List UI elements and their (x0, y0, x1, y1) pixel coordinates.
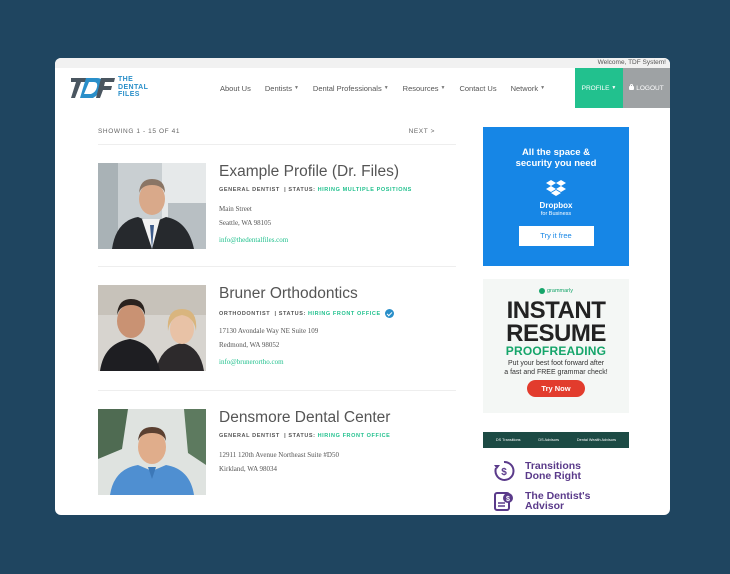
listing-address-line2: Redmond, WA 98052 (219, 341, 280, 349)
listing-address-line1: 17130 Avondale Way NE Suite 109 (219, 327, 319, 335)
try-now-button[interactable]: Try Now (527, 380, 585, 397)
grammarly-ad[interactable]: grammarly INSTANT RESUME PROOFREADING Pu… (483, 279, 629, 413)
chevron-down-icon: ▼ (611, 85, 617, 91)
listing-address-line1: 12911 120th Avenue Northeast Suite #D50 (219, 451, 339, 459)
welcome-text: Welcome, TDF System! (597, 59, 666, 66)
dental-advisors-ad[interactable]: DS Transitions DS Advisors Dental Wealth… (483, 432, 629, 515)
main-nav: About Us Dentists ▼ Dental Professionals ▼… (220, 68, 559, 108)
nav-dentists[interactable]: Dentists ▼ (265, 84, 299, 93)
logo-text: THE DENTAL FILES (118, 76, 149, 98)
nav-about-us[interactable]: About Us (220, 84, 251, 93)
listing-role: ORTHODONTIST (219, 310, 271, 317)
results-count: SHOWING 1 - 15 OF 41 (98, 128, 181, 135)
results-pager: SHOWING 1 - 15 OF 41 NEXT > (98, 128, 435, 135)
ad-headline: INSTANT (506, 297, 606, 324)
site-header: THE DENTAL FILES About Us Dentists ▼ Dent… (55, 68, 670, 108)
listing-address-line2: Seattle, WA 98105 (219, 219, 272, 227)
dropbox-icon (545, 179, 567, 199)
dentist-photo-image (98, 409, 206, 495)
listing-card: Example Profile (Dr. Files) GENERAL DENT… (98, 144, 456, 254)
listing-role: GENERAL DENTIST (219, 187, 280, 193)
listing-status: HIRING MULTIPLE POSITIONS (317, 187, 412, 193)
listing-meta: GENERAL DENTIST | STATUS: HIRING FRONT O… (219, 433, 391, 439)
tdf-logo-icon (71, 78, 115, 98)
ad-headline: PROOFREADING (505, 344, 607, 358)
nav-network[interactable]: Network ▼ (511, 84, 545, 93)
ad-brand: grammarly (483, 288, 629, 294)
advisor-document-icon: $ (494, 492, 513, 511)
listing-name[interactable]: Bruner Orthodontics (219, 285, 358, 303)
listing-meta: ORTHODONTIST | STATUS: HIRING FRONT OFFI… (219, 309, 394, 318)
dropbox-ad[interactable]: All the space & security you need Dropbo… (483, 127, 629, 266)
listing-status: HIRING FRONT OFFICE (317, 433, 391, 439)
listing-card: Bruner Orthodontics ORTHODONTIST | STATU… (98, 266, 456, 376)
ad-headline: security you need (515, 158, 597, 169)
nav-contact-us[interactable]: Contact Us (459, 84, 496, 93)
dentist-photo-image (98, 163, 206, 249)
dentist-photo[interactable] (98, 285, 206, 371)
chevron-down-icon: ▼ (293, 85, 299, 91)
ad-headline: RESUME (506, 320, 606, 347)
ad-subtitle: for Business (540, 211, 572, 217)
listing-email[interactable]: info@brunerortho.com (219, 358, 284, 366)
profile-button[interactable]: PROFILE ▼ (575, 68, 623, 108)
listing-name[interactable]: Densmore Dental Center (219, 409, 390, 427)
listing-name[interactable]: Example Profile (Dr. Files) (219, 163, 399, 181)
dentist-photo[interactable] (98, 409, 206, 495)
logout-button[interactable]: LOGOUT (623, 68, 670, 108)
logo[interactable]: THE DENTAL FILES (71, 76, 161, 100)
dentist-photo-image (98, 285, 206, 371)
welcome-bar: Welcome, TDF System! (55, 58, 670, 68)
chevron-down-icon: ▼ (383, 85, 389, 91)
listing-meta: GENERAL DENTIST | STATUS: HIRING MULTIPL… (219, 187, 412, 193)
chevron-down-icon: ▼ (440, 85, 446, 91)
nav-dental-professionals[interactable]: Dental Professionals ▼ (313, 84, 389, 93)
lock-icon (629, 83, 635, 90)
listing-address-line2: Kirkland, WA 98034 (219, 465, 278, 473)
ad-strip: DS Transitions DS Advisors Dental Wealth… (483, 432, 629, 448)
chevron-down-icon: ▼ (540, 85, 546, 91)
ad-row: $ Transitions Done Right (493, 460, 629, 482)
dentist-photo[interactable] (98, 163, 206, 249)
browser-window: Welcome, TDF System! THE DENTAL FILES Ab… (55, 58, 670, 515)
ad-body: Put your best foot forward after a fast … (504, 360, 608, 376)
listing-address-line1: Main Street (219, 205, 252, 213)
grammarly-logo-icon (539, 288, 545, 294)
next-page-link[interactable]: NEXT > (409, 128, 435, 135)
ad-row: $ The Dentist's Advisor (493, 490, 629, 512)
ad-headline: All the space & (521, 147, 591, 158)
dollar-cycle-icon: $ (494, 460, 515, 481)
listing-email[interactable]: info@thedentalfiles.com (219, 236, 288, 244)
ad-brand: Dropbox (539, 201, 573, 210)
listing-role: GENERAL DENTIST (219, 433, 280, 439)
nav-resources[interactable]: Resources ▼ (403, 84, 446, 93)
svg-text:$: $ (506, 496, 510, 503)
try-it-free-button[interactable]: Try it free (518, 226, 594, 246)
listing-card: Densmore Dental Center GENERAL DENTIST |… (98, 390, 456, 500)
verified-check-icon (384, 309, 394, 318)
svg-text:$: $ (501, 467, 507, 478)
listing-status: HIRING FRONT OFFICE (307, 310, 381, 317)
